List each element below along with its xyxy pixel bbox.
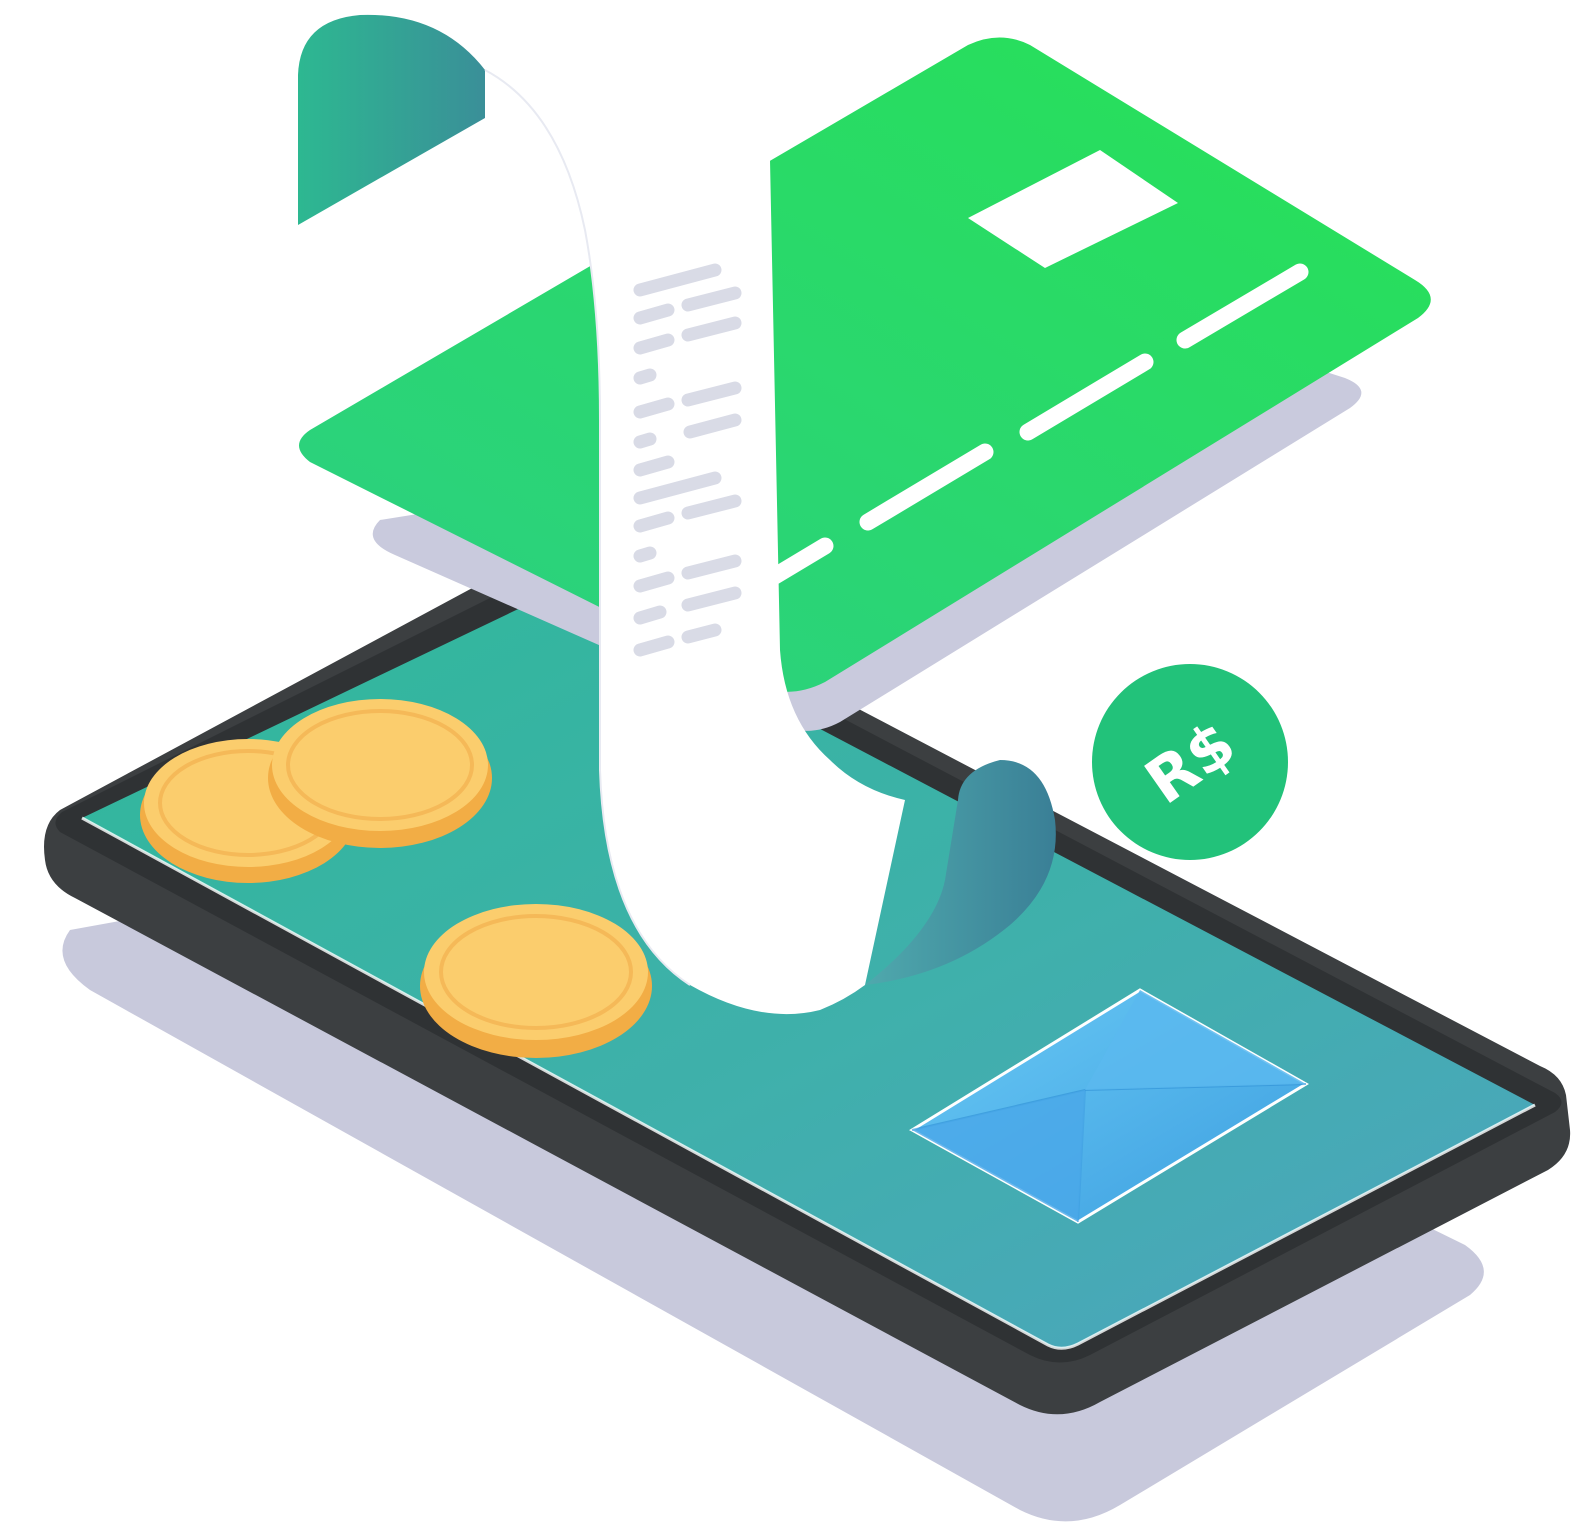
coin-icon xyxy=(268,699,492,848)
receipt-curl-top xyxy=(298,14,485,225)
currency-badge-icon: R$ xyxy=(1092,664,1288,860)
payment-illustration: R$ xyxy=(44,14,1571,1522)
coin-icon xyxy=(420,904,652,1058)
